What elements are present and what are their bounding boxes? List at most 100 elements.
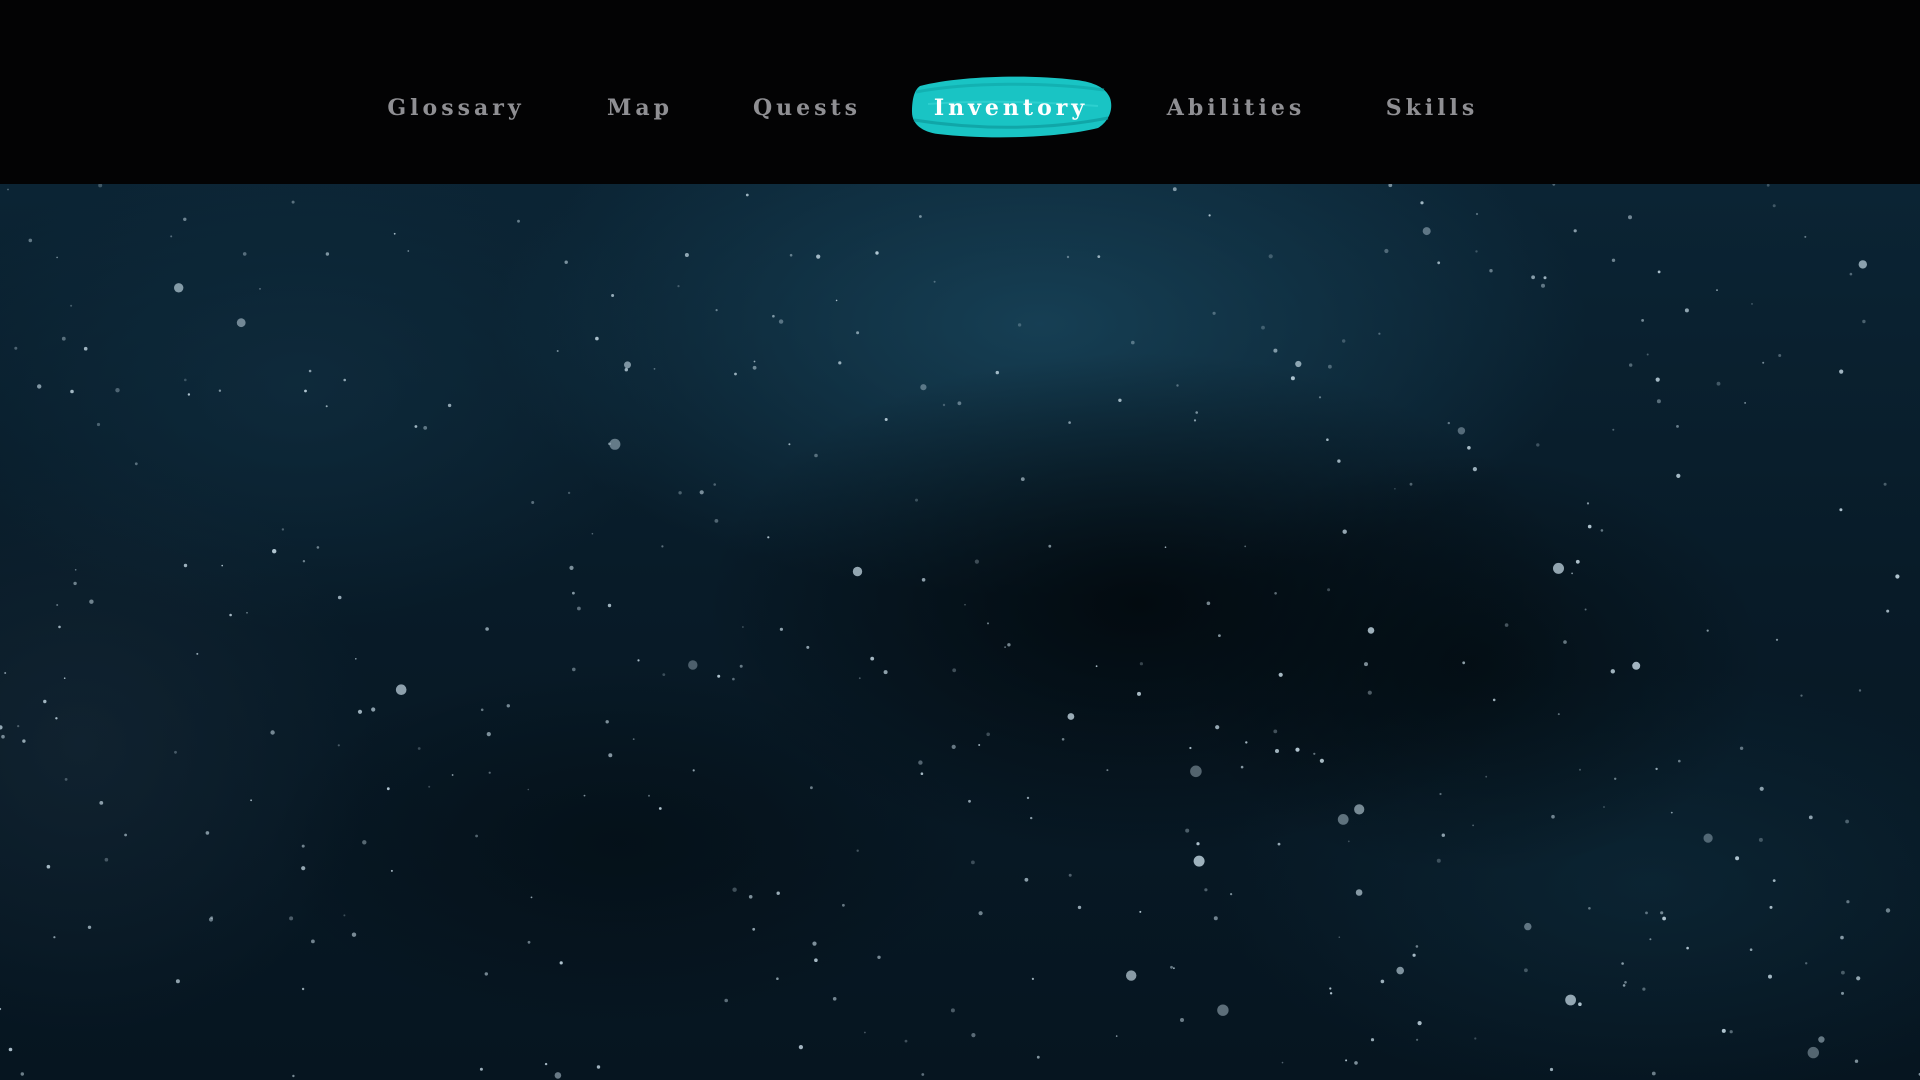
tab-glossary[interactable]: Glossary <box>387 72 524 144</box>
star <box>1327 588 1331 592</box>
star <box>864 1031 866 1034</box>
star <box>1588 907 1591 910</box>
star <box>1758 837 1763 842</box>
star <box>776 891 780 895</box>
star <box>1772 879 1776 882</box>
star <box>1849 272 1853 276</box>
star <box>183 563 188 568</box>
star <box>856 331 860 335</box>
star <box>1422 227 1431 236</box>
star <box>978 744 981 746</box>
star <box>506 704 510 708</box>
star <box>1212 311 1216 315</box>
star <box>1118 398 1122 402</box>
star <box>1775 638 1779 641</box>
star <box>43 699 47 704</box>
star <box>0 1007 2 1011</box>
star <box>810 786 813 790</box>
star <box>451 774 454 776</box>
star <box>1579 768 1581 771</box>
star <box>170 235 173 238</box>
star <box>1367 690 1372 695</box>
star <box>1412 953 1416 957</box>
star <box>479 1067 483 1071</box>
star <box>952 668 957 673</box>
star <box>17 725 20 728</box>
star <box>699 490 704 495</box>
star <box>1706 629 1709 632</box>
star <box>7 188 9 191</box>
star <box>236 318 246 328</box>
star <box>572 667 576 672</box>
star <box>70 304 73 307</box>
star <box>1628 215 1632 220</box>
star <box>1326 438 1329 441</box>
star <box>995 370 999 375</box>
star <box>1176 384 1179 387</box>
star <box>1213 916 1218 921</box>
star <box>1004 646 1006 648</box>
star <box>1380 979 1385 984</box>
star <box>1275 749 1279 753</box>
star <box>1662 916 1666 921</box>
star <box>1338 936 1341 938</box>
star <box>1245 741 1248 744</box>
star <box>1420 201 1424 205</box>
star <box>1603 806 1605 808</box>
star <box>83 346 88 351</box>
star <box>0 725 3 730</box>
star <box>205 831 210 835</box>
star <box>1126 970 1137 981</box>
starfield-background <box>0 184 1920 1080</box>
star <box>1394 488 1396 490</box>
star <box>351 932 357 937</box>
star <box>1020 477 1025 481</box>
star <box>884 418 888 421</box>
tab-skills[interactable]: Skills <box>1384 72 1480 144</box>
star <box>564 260 568 264</box>
star <box>835 299 838 302</box>
star <box>447 403 452 408</box>
star <box>63 677 66 679</box>
star <box>767 536 770 539</box>
tab-inventory[interactable]: Inventory <box>908 72 1114 144</box>
star <box>1536 443 1540 447</box>
star <box>1883 482 1887 486</box>
star <box>752 365 757 370</box>
star <box>637 659 640 662</box>
star <box>99 801 104 805</box>
star <box>325 405 328 408</box>
star <box>1193 855 1205 867</box>
star <box>677 285 680 288</box>
star <box>968 799 971 803</box>
star <box>1839 369 1844 374</box>
star <box>46 864 51 869</box>
star <box>1543 276 1547 280</box>
star <box>475 834 478 838</box>
star <box>648 794 650 797</box>
star <box>531 501 535 504</box>
tab-map[interactable]: Map <box>596 72 684 144</box>
star <box>357 709 363 714</box>
star <box>1017 323 1022 327</box>
star <box>608 753 613 758</box>
star <box>842 903 845 907</box>
star <box>1649 938 1652 941</box>
star <box>1415 945 1419 948</box>
star <box>1778 354 1782 357</box>
star <box>714 519 719 523</box>
star <box>1281 1061 1284 1064</box>
tab-abilities[interactable]: Abilities <box>1167 72 1304 144</box>
tab-quests[interactable]: Quests <box>752 72 862 144</box>
star <box>1807 1046 1820 1059</box>
star <box>607 603 612 608</box>
star <box>390 869 393 872</box>
star <box>1557 713 1560 716</box>
star <box>1759 786 1764 791</box>
game-menu-screen: Glossary Map Quests Inventory Abilities <box>0 0 1920 1080</box>
star <box>1024 877 1029 882</box>
star <box>1215 725 1220 730</box>
star <box>1139 910 1142 913</box>
star <box>74 569 77 571</box>
star <box>1614 777 1617 780</box>
